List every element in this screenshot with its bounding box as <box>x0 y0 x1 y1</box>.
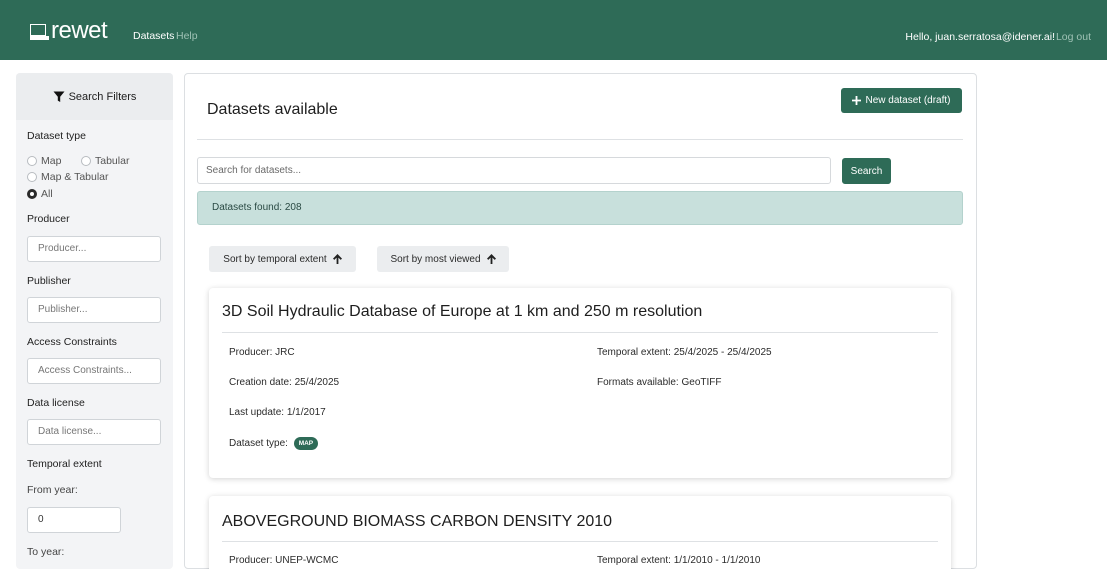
user-greeting: Hello, juan.serratosa@idener.ai! <box>905 31 1055 43</box>
top-navbar: rewet Datasets Help Hello, juan.serratos… <box>0 0 1107 60</box>
plus-icon <box>852 96 862 105</box>
dataset-card[interactable]: 3D Soil Hydraulic Database of Europe at … <box>209 288 951 478</box>
dataset-last-update: Last update: 1/1/2017 <box>229 407 326 418</box>
access-constraints-label: Access Constraints <box>27 336 117 348</box>
radio-all-circle[interactable] <box>27 189 37 199</box>
radio-map-tabular-circle[interactable] <box>27 172 37 182</box>
radio-map-label: Map <box>41 155 62 167</box>
nav-link-help[interactable]: Help <box>176 30 198 42</box>
dataset-title[interactable]: 3D Soil Hydraulic Database of Europe at … <box>222 303 702 321</box>
temporal-extent-label: Temporal extent <box>27 458 102 470</box>
publisher-input[interactable]: Publisher... <box>27 297 161 323</box>
dataset-card[interactable]: ABOVEGROUND BIOMASS CARBON DENSITY 2010 … <box>209 496 951 569</box>
arrow-up-icon <box>332 254 342 264</box>
dataset-formats: Formats available: GeoTIFF <box>597 377 722 388</box>
from-year-input[interactable]: 0 <box>27 507 121 533</box>
logo[interactable]: rewet <box>30 17 108 44</box>
sort-temporal-label: Sort by temporal extent <box>223 253 327 265</box>
radio-map[interactable]: Map <box>27 155 61 167</box>
logo-text: rewet <box>51 17 108 44</box>
sort-viewed-button[interactable]: Sort by most viewed <box>377 246 509 272</box>
datasets-found-alert: Datasets found: 208 <box>197 191 963 225</box>
title-divider <box>197 139 963 140</box>
dataset-type-badge: MAP <box>293 437 319 450</box>
sort-temporal-button[interactable]: Sort by temporal extent <box>209 246 356 272</box>
nav-link-datasets[interactable]: Datasets <box>133 30 174 42</box>
to-year-label: To year: <box>27 546 65 558</box>
data-license-label: Data license <box>27 397 85 409</box>
dataset-temporal-extent: Temporal extent: 1/1/2010 - 1/1/2010 <box>597 555 761 566</box>
radio-all[interactable]: All <box>27 188 53 200</box>
arrow-up-icon <box>486 254 496 264</box>
search-button[interactable]: Search <box>842 158 891 184</box>
filters-header-label: Search Filters <box>68 90 137 103</box>
publisher-label: Publisher <box>27 275 71 287</box>
dataset-creation-date: Creation date: 25/4/2025 <box>229 377 340 388</box>
dataset-type-label: Dataset type: <box>229 438 288 450</box>
from-year-label: From year: <box>27 484 78 496</box>
data-license-input[interactable]: Data license... <box>27 419 161 445</box>
dataset-type-label: Dataset type <box>27 130 86 142</box>
radio-tabular-circle[interactable] <box>81 156 91 166</box>
card-divider <box>222 332 938 333</box>
filter-icon <box>53 91 65 102</box>
radio-map-tabular[interactable]: Map & Tabular <box>27 171 109 183</box>
radio-map-tabular-label: Map & Tabular <box>41 171 109 183</box>
radio-tabular[interactable]: Tabular <box>81 155 129 167</box>
radio-tabular-label: Tabular <box>95 155 130 167</box>
new-dataset-button[interactable]: New dataset (draft) <box>841 88 962 113</box>
page-title: Datasets available <box>207 101 338 118</box>
producer-input[interactable]: Producer... <box>27 236 161 262</box>
radio-all-label: All <box>41 188 53 200</box>
new-dataset-label: New dataset (draft) <box>865 95 951 106</box>
logo-icon <box>30 24 49 40</box>
dataset-producer: Producer: UNEP-WCMC <box>229 555 339 566</box>
dataset-search-input[interactable]: Search for datasets... <box>197 157 831 184</box>
radio-map-circle[interactable] <box>27 156 37 166</box>
card-divider <box>222 541 938 542</box>
dataset-producer: Producer: JRC <box>229 347 295 358</box>
dataset-type-row: Dataset type: MAP <box>229 437 319 450</box>
dataset-temporal-extent: Temporal extent: 25/4/2025 - 25/4/2025 <box>597 347 772 358</box>
access-constraints-input[interactable]: Access Constraints... <box>27 358 161 384</box>
dataset-title[interactable]: ABOVEGROUND BIOMASS CARBON DENSITY 2010 <box>222 513 612 531</box>
sort-viewed-label: Sort by most viewed <box>390 253 481 265</box>
filters-header: Search Filters <box>16 73 173 120</box>
logout-link[interactable]: Log out <box>1056 31 1091 43</box>
producer-label: Producer <box>27 213 70 225</box>
